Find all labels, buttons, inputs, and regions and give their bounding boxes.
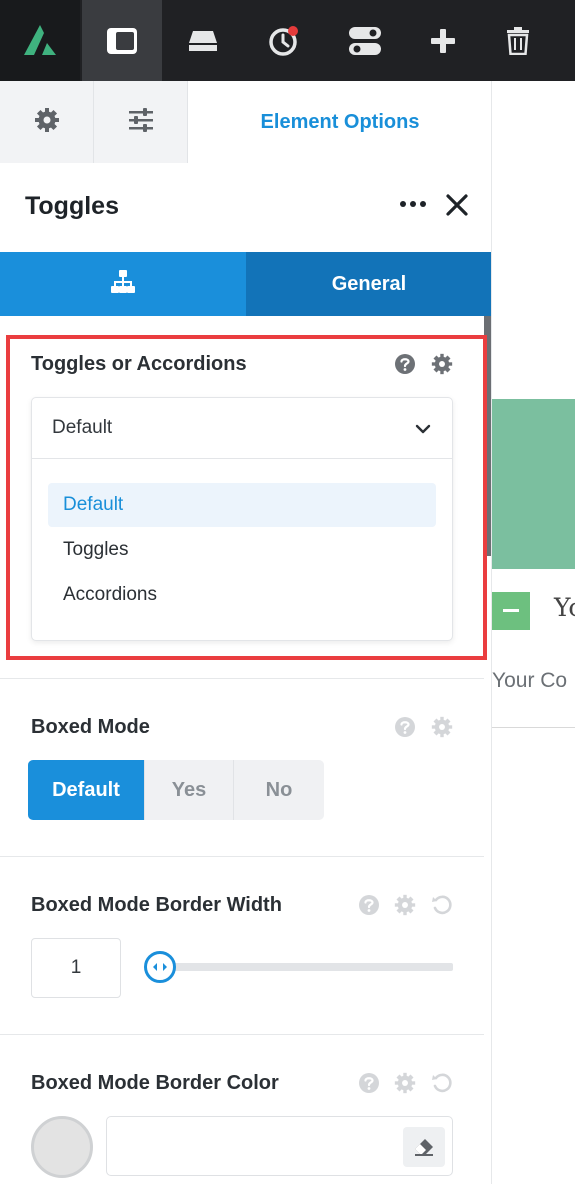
dropdown-option-toggles[interactable]: Toggles (48, 528, 436, 572)
option-label-border-color: Boxed Mode Border Color (31, 1072, 279, 1094)
select-head[interactable]: Default (32, 398, 452, 459)
divider (0, 678, 484, 679)
boxed-mode-no-button[interactable]: No (233, 760, 324, 820)
top-toolbar (0, 0, 575, 81)
close-icon[interactable] (444, 192, 470, 218)
eraser-icon[interactable] (403, 1127, 445, 1167)
gear-icon (34, 107, 60, 138)
reset-icon[interactable] (431, 894, 453, 916)
add-icon[interactable] (403, 0, 483, 81)
panel-header: Toggles (0, 164, 491, 252)
tab-sliders[interactable] (94, 81, 188, 163)
divider (492, 727, 575, 728)
help-icon[interactable] (394, 716, 416, 738)
logo-icon[interactable] (0, 0, 80, 81)
more-options-icon[interactable] (398, 194, 428, 214)
slider-handle[interactable] (144, 951, 176, 983)
border-width-input[interactable]: 1 (31, 938, 121, 998)
dropdown-option-default[interactable]: Default (48, 483, 436, 527)
border-width-slider[interactable] (160, 963, 453, 971)
history-icon[interactable] (244, 0, 324, 81)
dropdown-option-accordions[interactable]: Accordions (48, 573, 436, 617)
element-tabs: General (0, 252, 491, 316)
library-icon[interactable] (163, 0, 243, 81)
gear-icon[interactable] (394, 1072, 416, 1094)
toggle-icon[interactable] (325, 0, 405, 81)
options-sidebar: Element Options Toggles General Toggles … (0, 81, 492, 1184)
page-title: Toggles (25, 192, 119, 220)
preview-block (492, 399, 575, 569)
option-label-border-width: Boxed Mode Border Width (31, 894, 282, 916)
minus-icon[interactable] (492, 592, 530, 630)
toggles-select-dropdown[interactable]: Default Default Toggles Accordions (31, 397, 453, 641)
option-label-boxed-mode: Boxed Mode (31, 716, 150, 738)
select-value: Default (52, 417, 113, 438)
gear-icon[interactable] (431, 353, 453, 375)
divider (0, 856, 484, 857)
page-preview: Yo Your Co (492, 81, 575, 1184)
preview-toggle-title[interactable]: Yo (554, 593, 575, 622)
trash-icon[interactable] (478, 0, 558, 81)
tab-element-options[interactable]: Element Options (188, 81, 491, 163)
chevron-down-icon[interactable] (412, 418, 434, 440)
border-color-input[interactable] (106, 1116, 453, 1176)
boxed-mode-default-button[interactable]: Default (28, 760, 144, 820)
gear-icon[interactable] (394, 894, 416, 916)
boxed-mode-button-group: Default Yes No (28, 760, 324, 820)
gear-icon[interactable] (431, 716, 453, 738)
tab-general[interactable]: General (246, 252, 491, 316)
option-label-toggles-or-accordions: Toggles or Accordions (31, 353, 247, 375)
panel-icon[interactable] (82, 0, 162, 81)
help-icon[interactable] (358, 1072, 380, 1094)
tab-children[interactable] (0, 252, 246, 316)
color-swatch[interactable] (31, 1116, 93, 1178)
sliders-icon (128, 107, 154, 137)
sidebar-tabs: Element Options (0, 81, 491, 163)
help-icon[interactable] (358, 894, 380, 916)
divider (0, 1034, 484, 1035)
reset-icon[interactable] (431, 1072, 453, 1094)
preview-content: Your Co (492, 669, 568, 692)
sitemap-icon (110, 269, 136, 299)
boxed-mode-yes-button[interactable]: Yes (144, 760, 233, 820)
tab-settings[interactable] (0, 81, 94, 163)
help-icon[interactable] (394, 353, 416, 375)
